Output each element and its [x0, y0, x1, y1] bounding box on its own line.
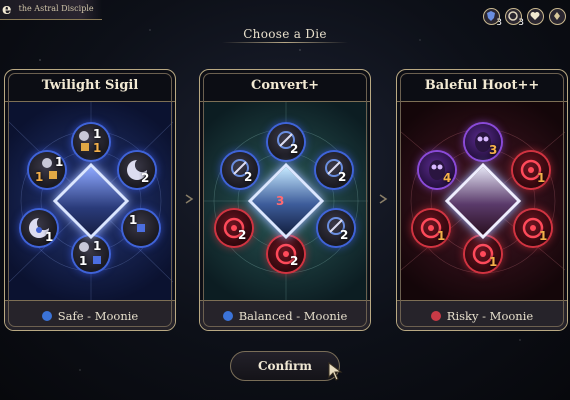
die-face-value: 1 — [93, 239, 102, 253]
die-net-art: 3 4 1 1 1 1 — [401, 102, 565, 300]
die-face-value: 1 — [129, 213, 138, 227]
die-face-value: 1 — [537, 171, 546, 185]
card-title: Baleful Hoot++ — [397, 70, 567, 102]
card-footer-label: Balanced - Moonie — [238, 308, 348, 323]
die-face-value: 2 — [244, 170, 253, 184]
die-face-top: 3 — [465, 124, 501, 160]
die-face-lower-right: 2 — [318, 210, 354, 246]
die-face-bottom: 2 — [268, 236, 304, 272]
card-footer: Balanced - Moonie — [200, 300, 370, 330]
character-nameplate: e the Astral Disciple — [0, 0, 102, 20]
card-footer-label: Risky - Moonie — [446, 308, 534, 323]
die-face-subvalue: 1 — [79, 254, 88, 268]
card-footer-label: Safe - Moonie — [57, 308, 139, 323]
character-subtitle: the Astral Disciple — [18, 4, 94, 13]
die-face-value: 1 — [437, 229, 446, 243]
die-card-convert[interactable]: Convert+ 2 2 2 2 2 2 3 Balanced - Moonie — [199, 69, 371, 331]
die-face-lower-left: 2 — [216, 210, 252, 246]
die-face-subvalue: 1 — [35, 170, 44, 184]
cursor-icon — [328, 362, 343, 381]
risk-gem-icon — [430, 310, 441, 321]
card-title: Twilight Sigil — [5, 70, 175, 102]
card-footer: Risky - Moonie — [397, 300, 567, 330]
die-face-value: 2 — [340, 228, 349, 242]
die-face-upper-right: 1 — [513, 152, 549, 188]
risk-gem-icon — [222, 310, 233, 321]
die-face-value: 1 — [55, 155, 64, 169]
die-face-value: 1 — [45, 230, 54, 244]
heading-underline — [222, 42, 348, 43]
die-card-baleful-hoot[interactable]: Baleful Hoot++ 3 4 1 1 1 1 Risky - Mooni… — [396, 69, 568, 331]
die-face-value: 2 — [238, 228, 247, 242]
die-net-art: 2 2 2 2 2 2 3 — [204, 102, 368, 300]
die-face-lower-right: 1 — [123, 210, 159, 246]
heading-text: Choose a Die — [243, 27, 327, 41]
chevron-right-icon — [379, 194, 388, 204]
die-face-top: 2 — [268, 124, 304, 160]
die-face-value: 4 — [443, 171, 452, 185]
die-face-bottom: 1 — [465, 236, 501, 272]
die-face-value: 1 — [539, 229, 548, 243]
die-face-upper-left: 4 — [419, 152, 455, 188]
die-face-value: 2 — [338, 170, 347, 184]
card-footer: Safe - Moonie — [5, 300, 175, 330]
chevron-right-icon — [185, 194, 194, 204]
die-face-upper-left: 2 — [222, 152, 258, 188]
heading: Choose a Die — [0, 23, 570, 43]
die-card-twilight-sigil[interactable]: Twilight Sigil 1 1 1 1 2 1 1 1 1 Safe - … — [4, 69, 176, 331]
risk-gem-icon — [41, 310, 52, 321]
die-face-upper-left: 1 1 — [29, 152, 65, 188]
top-bar: e the Astral Disciple 3 3 — [0, 0, 570, 28]
die-face-top: 1 1 — [73, 124, 109, 160]
die-face-lower-left: 1 — [21, 210, 57, 246]
card-title: Convert+ — [200, 70, 370, 102]
die-face-subvalue: 1 — [93, 141, 102, 155]
die-face-upper-right: 2 — [316, 152, 352, 188]
die-face-value: 2 — [141, 171, 150, 185]
character-name: e — [2, 0, 12, 18]
die-face-lower-right: 1 — [515, 210, 551, 246]
die-face-lower-left: 1 — [413, 210, 449, 246]
die-face-bottom: 1 1 — [73, 236, 109, 272]
confirm-button[interactable]: Confirm — [230, 351, 340, 381]
die-net-art: 1 1 1 1 2 1 1 1 1 — [9, 102, 173, 300]
die-face-value: 1 — [489, 255, 498, 269]
die-face-value: 2 — [290, 142, 299, 156]
die-center-value: 3 — [276, 194, 285, 208]
die-face-value: 2 — [290, 254, 299, 268]
die-face-upper-right: 2 — [119, 152, 155, 188]
die-face-value: 3 — [489, 143, 498, 157]
die-face-value: 1 — [93, 127, 102, 141]
